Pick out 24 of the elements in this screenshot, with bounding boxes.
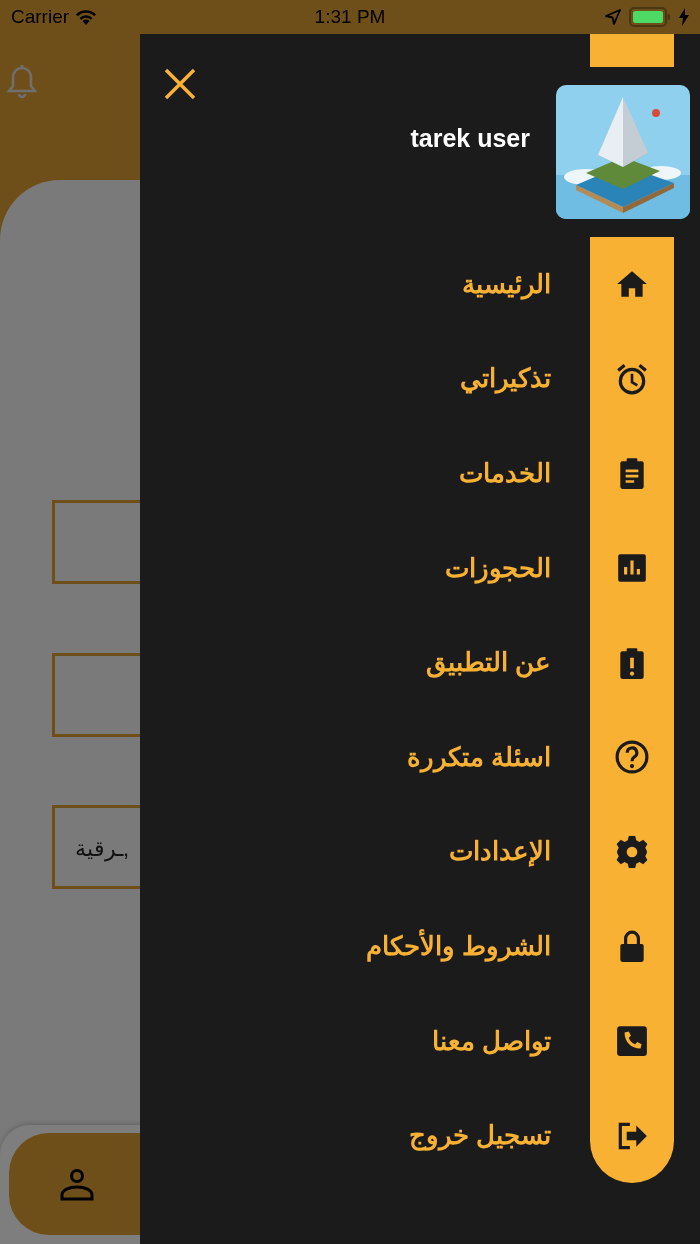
- battery-icon: [629, 7, 671, 27]
- charging-icon: [679, 8, 689, 26]
- menu-item[interactable]: الإعدادات: [449, 832, 551, 872]
- carrier-label: Carrier: [11, 4, 70, 29]
- status-time: 1:31 PM: [314, 4, 386, 29]
- alarm-clock-icon[interactable]: [615, 361, 649, 396]
- user-name: tarek user: [410, 123, 530, 154]
- menu-item[interactable]: الرئيسية: [462, 264, 551, 304]
- settings-icon[interactable]: [615, 834, 649, 869]
- menu-item[interactable]: الخدمات: [459, 454, 551, 493]
- menu-item[interactable]: اسئلة متكررة: [406, 737, 551, 777]
- field-value: ـرقية,: [75, 835, 130, 864]
- menu-item[interactable]: الشروط والأحكام: [365, 926, 551, 966]
- menu-item[interactable]: عن التطبيق: [425, 643, 551, 683]
- menu-item[interactable]: تواصل معنا: [431, 1021, 551, 1061]
- wifi-icon: [75, 9, 98, 25]
- person-icon: [59, 1166, 95, 1202]
- menu-item[interactable]: الحجوزات: [445, 548, 551, 588]
- location-icon: [605, 9, 621, 25]
- menu-item[interactable]: تذكيراتي: [460, 359, 551, 399]
- question-icon[interactable]: [615, 740, 649, 775]
- menu-item[interactable]: تسجيل خروج: [408, 1116, 551, 1156]
- phone-icon[interactable]: [615, 1024, 649, 1059]
- close-button[interactable]: [162, 66, 198, 102]
